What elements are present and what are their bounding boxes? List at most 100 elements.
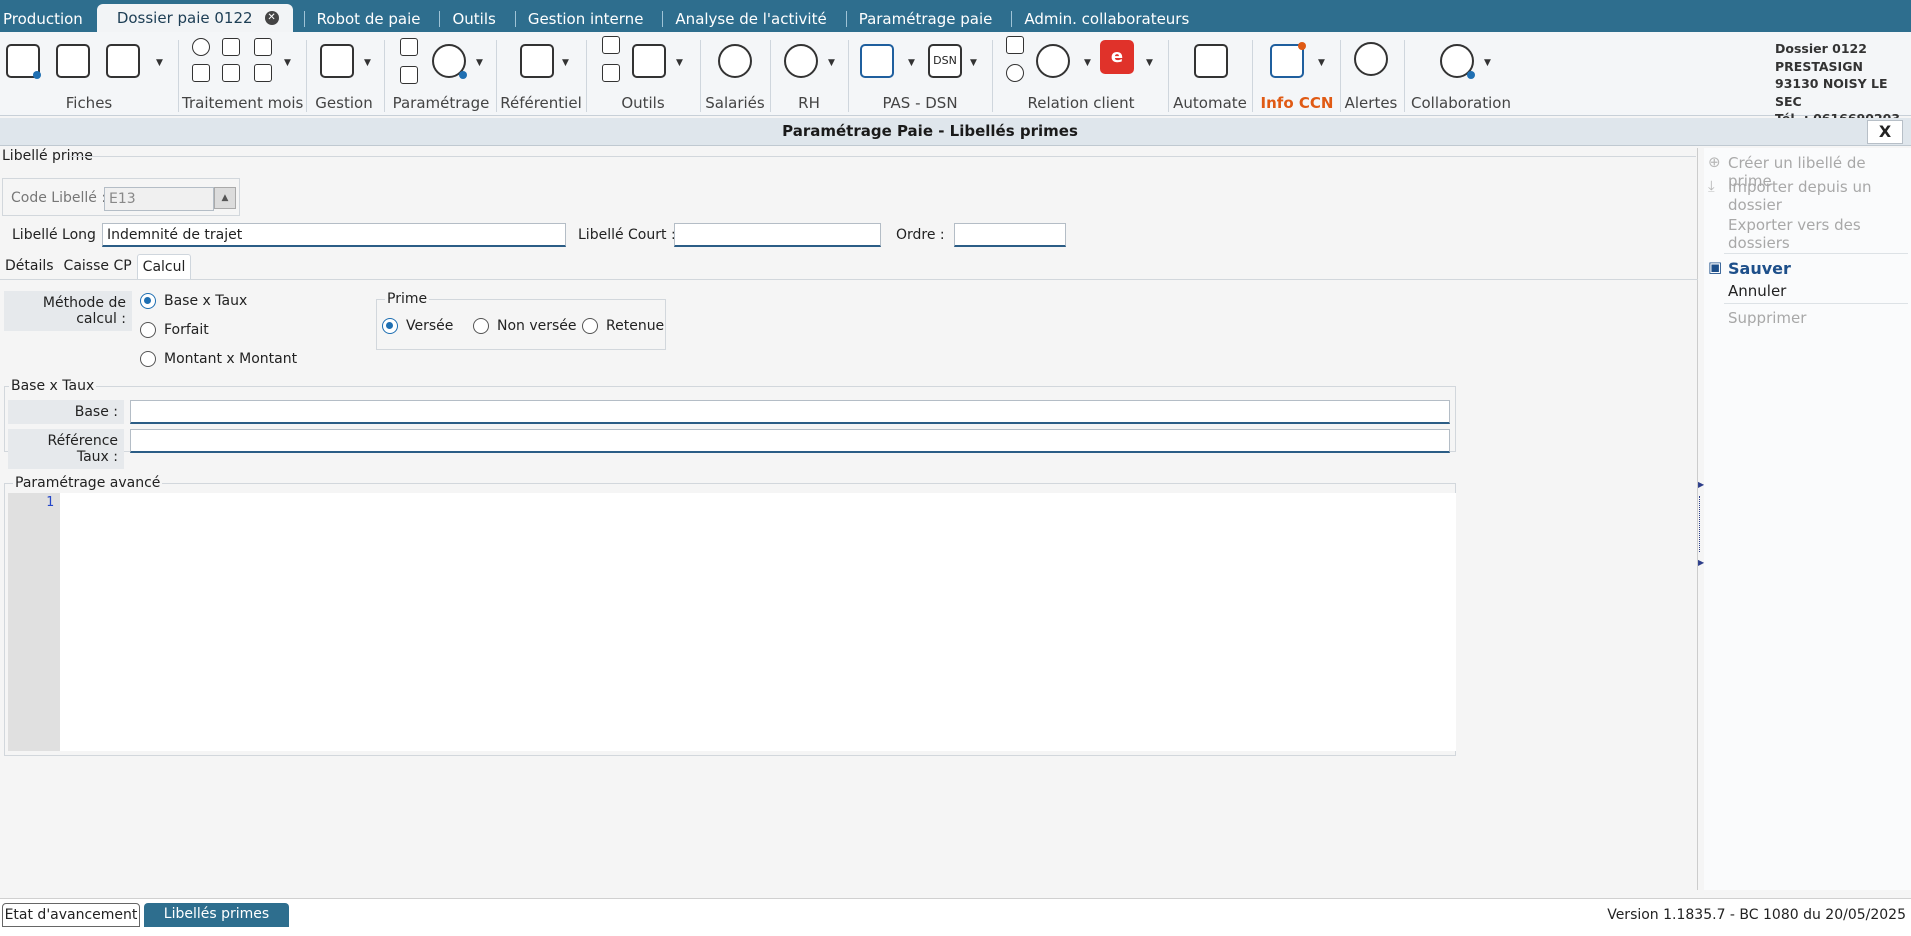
import-action[interactable]: Importer depuis un dossier <box>1728 178 1872 214</box>
ordre-input[interactable] <box>954 223 1066 247</box>
org-chart-icon[interactable] <box>6 44 41 79</box>
methode-forfait-radio[interactable]: Forfait <box>140 322 209 338</box>
euro-icon[interactable] <box>1006 64 1024 82</box>
ribbon-group-pas-dsn: ▼ DSN ▼ PAS - DSN <box>852 32 988 116</box>
bell-icon[interactable] <box>1354 42 1388 76</box>
cancel-button[interactable]: Annuler <box>1728 282 1786 300</box>
robot-icon[interactable] <box>1194 44 1228 78</box>
hand-user-icon[interactable] <box>784 44 818 78</box>
chevron-down-icon[interactable]: ▼ <box>476 58 483 68</box>
ref-taux-input[interactable] <box>130 429 1450 453</box>
court-label: Libellé Court : <box>578 227 676 243</box>
ribbon-group-relation-client: ▼ e ▼ Relation client <box>996 32 1166 116</box>
line-gutter: 1 <box>8 493 60 751</box>
chevron-down-icon[interactable]: ▼ <box>1318 58 1325 68</box>
calendar-check-icon[interactable] <box>254 38 272 56</box>
long-input[interactable]: Indemnité de trajet <box>102 223 566 247</box>
ribbon-group-salaries: Salariés <box>704 32 766 116</box>
app-logo-icon[interactable]: e <box>1100 40 1134 74</box>
chevron-down-icon[interactable]: ▼ <box>1084 58 1091 68</box>
checklist-icon[interactable] <box>320 44 354 78</box>
ribbon-group-traitement-mois: ▼ Traitement mois <box>182 32 303 116</box>
close-tab-icon[interactable]: ✕ <box>264 11 279 25</box>
version-info: Version 1.1835.7 - BC 1080 du 20/05/2025 <box>1607 907 1906 923</box>
dsn-icon[interactable]: DSN <box>928 44 962 78</box>
advanced-code-editor[interactable]: 1 <box>8 493 1456 751</box>
chevron-down-icon[interactable]: ▼ <box>562 58 569 68</box>
page-title: Paramétrage Paie - Libellés primes <box>782 122 1078 140</box>
ribbon-group-outils: ▼ Outils <box>590 32 696 116</box>
employee-card-icon[interactable] <box>106 44 140 78</box>
ribbon-group-info-ccn: ▼ Info CCN <box>1256 32 1338 116</box>
ribbon-group-alertes: Alertes <box>1344 32 1398 116</box>
gear-icon[interactable] <box>432 44 467 79</box>
calendar-icon[interactable] <box>222 38 240 56</box>
tab-gestion-interne[interactable]: Gestion interne <box>504 6 652 32</box>
base-label: Base : <box>8 400 124 424</box>
ribbon-group-automate: Automate <box>1172 32 1248 116</box>
building-icon[interactable] <box>56 44 90 78</box>
form-tabs: Détails Caisse CP Calcul <box>0 254 192 280</box>
print-settings-icon[interactable] <box>254 64 272 82</box>
chevron-down-icon[interactable]: ▼ <box>364 58 371 68</box>
ribbon-group-gestion: ▼ Gestion <box>308 32 380 116</box>
edit-icon[interactable] <box>192 64 210 82</box>
save-button[interactable]: Sauver <box>1728 260 1791 278</box>
tab-parametrage-paie[interactable]: Paramétrage paie <box>835 6 1001 32</box>
tab-calcul[interactable]: Calcul <box>136 254 192 280</box>
ribbon-toolbar: ▼ Fiches ▼ Traitement mois ▼ Gestion ▼ P… <box>0 32 1911 126</box>
chevron-down-icon[interactable]: ▼ <box>1146 58 1153 68</box>
tab-details[interactable]: Détails <box>0 254 59 280</box>
help-book-icon[interactable] <box>1270 42 1306 78</box>
delete-button[interactable]: Supprimer <box>1728 309 1806 327</box>
handshake-icon[interactable] <box>1036 44 1070 78</box>
panel-splitter[interactable]: ▶ ▶ <box>1697 480 1704 570</box>
window-title-bar: Paramétrage Paie - Libellés primes X <box>0 118 1911 146</box>
users-icon[interactable] <box>718 44 752 78</box>
chevron-down-icon[interactable]: ▼ <box>908 58 915 68</box>
prime-retenue-radio[interactable]: Retenue <box>582 318 664 334</box>
chevron-down-icon[interactable]: ▼ <box>828 58 835 68</box>
export-action[interactable]: Exporter vers des dossiers <box>1728 216 1861 252</box>
book-add-icon[interactable] <box>520 44 554 78</box>
code-label: Code Libellé : <box>11 190 107 206</box>
percent-folder-icon[interactable] <box>400 66 418 84</box>
actions-panel: ⊕ Créer un libellé de prime ⤓ Importer d… <box>1704 148 1911 890</box>
badge-icon[interactable] <box>602 36 620 54</box>
import-icon: ⤓ <box>1708 177 1715 195</box>
folder-eye-icon[interactable] <box>400 38 418 56</box>
tab-analyse-activite[interactable]: Analyse de l'activité <box>651 6 834 32</box>
bank-icon[interactable] <box>860 44 894 78</box>
chevron-down-icon[interactable]: ▼ <box>970 58 977 68</box>
collaboration-icon[interactable] <box>1440 44 1475 79</box>
tab-caisse-cp[interactable]: Caisse CP <box>59 254 137 280</box>
ribbon-group-parametrage: ▼ Paramétrage <box>388 32 494 116</box>
contact-card-icon[interactable] <box>1006 36 1024 54</box>
chevron-down-icon[interactable]: ▼ <box>1484 58 1491 68</box>
tools-icon[interactable] <box>632 44 666 78</box>
close-window-button[interactable]: X <box>1867 120 1903 144</box>
code-spin-button[interactable]: ▲ <box>214 187 236 209</box>
ordre-label: Ordre : <box>896 227 945 243</box>
tab-admin-collaborateurs[interactable]: Admin. collaborateurs <box>1000 6 1197 32</box>
tab-libelles-primes[interactable]: Libellés primes <box>144 903 289 927</box>
prime-non-versee-radio[interactable]: Non versée <box>473 318 577 334</box>
chevron-down-icon[interactable]: ▼ <box>156 58 163 68</box>
chevron-down-icon[interactable]: ▼ <box>676 58 683 68</box>
euro-icon[interactable] <box>222 64 240 82</box>
base-input[interactable] <box>130 400 1450 424</box>
prime-versee-radio[interactable]: Versée <box>382 318 453 334</box>
calendar-icon[interactable] <box>602 64 620 82</box>
methode-label: Méthode de calcul : <box>4 291 132 331</box>
add-circle-icon: ⊕ <box>1708 153 1721 171</box>
tab-dossier-paie[interactable]: Dossier paie 0122 ✕ <box>96 4 293 32</box>
tab-production[interactable]: Production <box>0 6 91 32</box>
chevron-down-icon[interactable]: ▼ <box>284 58 291 68</box>
court-input[interactable] <box>674 223 881 247</box>
methode-montant-radio[interactable]: Montant x Montant <box>140 351 297 367</box>
clock-icon[interactable] <box>192 38 210 56</box>
tab-outils[interactable]: Outils <box>428 6 503 32</box>
tab-robot-de-paie[interactable]: Robot de paie <box>293 6 429 32</box>
tab-etat-avancement[interactable]: Etat d'avancement <box>2 903 140 927</box>
methode-base-taux-radio[interactable]: Base x Taux <box>140 293 247 309</box>
